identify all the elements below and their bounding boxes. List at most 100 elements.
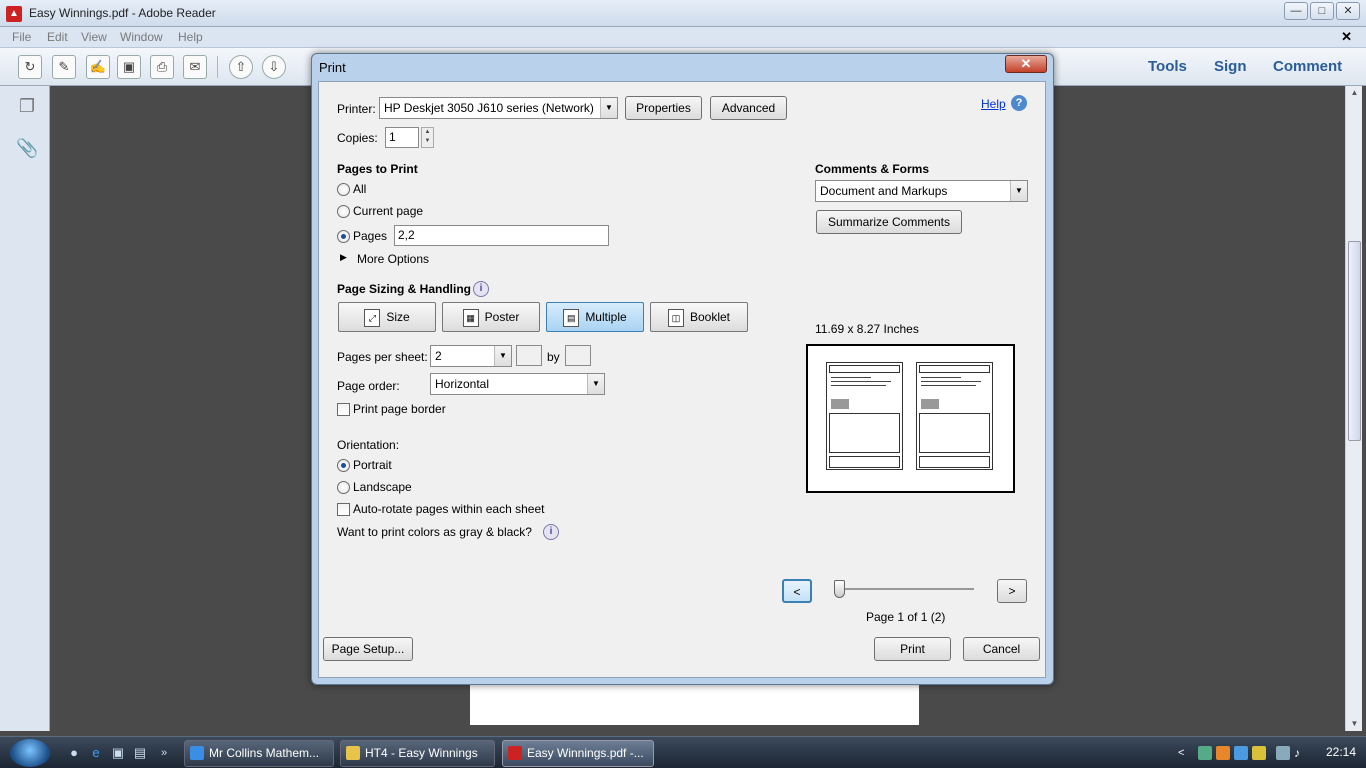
sign-pane-button[interactable]: Sign <box>1214 58 1247 75</box>
dialog-close-button[interactable]: ✕ <box>1005 55 1047 73</box>
export-pdf-icon[interactable]: ✎ <box>52 55 76 79</box>
print-preview <box>806 344 1015 493</box>
landscape-radio[interactable] <box>337 481 350 494</box>
maximize-button[interactable]: □ <box>1310 2 1334 20</box>
adobe-reader-icon: ▲ <box>6 6 22 22</box>
comment-pane-button[interactable]: Comment <box>1273 58 1342 75</box>
pages-range-radio[interactable] <box>337 230 350 243</box>
auto-rotate-label: Auto-rotate pages within each sheet <box>353 502 545 516</box>
scroll-up-arrow-icon[interactable]: ▲ <box>1346 86 1363 100</box>
taskbar-item-label: Mr Collins Mathem... <box>209 746 320 760</box>
next-page-icon[interactable]: ⇩ <box>262 55 286 79</box>
properties-button[interactable]: Properties <box>625 96 702 120</box>
attachments-icon[interactable]: 📎 <box>16 138 38 160</box>
previous-page-icon[interactable]: ⇧ <box>229 55 253 79</box>
multiple-button[interactable]: ▤ Multiple <box>546 302 644 332</box>
taskbar-item-label: HT4 - Easy Winnings <box>365 746 478 760</box>
pages-range-label: Pages <box>353 229 388 243</box>
security-tray-icon[interactable] <box>1252 746 1266 760</box>
print-page-border-checkbox[interactable] <box>337 403 350 416</box>
save-icon[interactable]: ▣ <box>117 55 141 79</box>
menu-bar: File Edit View Window Help ✕ <box>0 27 1366 48</box>
pages-per-sheet-select[interactable]: 2 ▼ <box>430 345 512 367</box>
show-hidden-icons-icon[interactable]: < <box>1178 746 1192 760</box>
help-icon[interactable]: ? <box>1011 95 1027 111</box>
poster-button[interactable]: ▦ Poster <box>442 302 540 332</box>
booklet-button[interactable]: ◫ Booklet <box>650 302 748 332</box>
info-icon[interactable]: i <box>473 281 489 297</box>
ebay-quicklaunch-icon[interactable]: ● <box>66 745 82 761</box>
printer-select[interactable]: HP Deskjet 3050 J610 series (Network) ▼ <box>379 97 618 119</box>
print-button[interactable]: Print <box>874 637 951 661</box>
spin-up-icon[interactable]: ▲ <box>422 128 433 137</box>
start-button[interactable] <box>10 739 50 767</box>
preview-page-right <box>916 362 993 470</box>
volume-icon[interactable]: ♪ <box>1294 746 1308 760</box>
switch-windows-icon[interactable]: ▤ <box>132 745 148 761</box>
preview-line <box>831 385 886 386</box>
previous-preview-button[interactable]: < <box>782 579 812 603</box>
copies-input[interactable]: 1 <box>385 127 419 148</box>
menu-window[interactable]: Window <box>120 30 163 44</box>
create-pdf-icon[interactable]: ↻ <box>18 55 42 79</box>
printer-label: Printer: <box>337 102 376 116</box>
update-tray-icon[interactable] <box>1216 746 1230 760</box>
summarize-comments-button[interactable]: Summarize Comments <box>816 210 962 234</box>
page-setup-button[interactable]: Page Setup... <box>323 637 413 661</box>
preview-image <box>921 399 939 409</box>
tools-pane-button[interactable]: Tools <box>1148 58 1187 75</box>
landscape-label: Landscape <box>353 480 412 494</box>
network-tray-icon[interactable] <box>1198 746 1212 760</box>
minimize-button[interactable]: — <box>1284 2 1308 20</box>
document-scrollbar[interactable]: ▲ ▼ <box>1345 86 1362 731</box>
taskbar-item-browser[interactable]: Mr Collins Mathem... <box>184 740 334 767</box>
close-document-icon[interactable]: ✕ <box>1341 29 1352 45</box>
multiple-icon: ▤ <box>563 308 580 327</box>
internet-explorer-icon[interactable]: e <box>88 745 104 761</box>
custom-rows-input[interactable] <box>565 345 591 366</box>
page-thumbnails-icon[interactable]: ❐ <box>16 96 38 118</box>
current-page-radio[interactable] <box>337 205 350 218</box>
expand-triangle-icon[interactable]: ▶ <box>340 252 347 263</box>
auto-rotate-checkbox[interactable] <box>337 503 350 516</box>
info-icon[interactable]: i <box>543 524 559 540</box>
next-preview-button[interactable]: > <box>997 579 1027 603</box>
edit-pdf-icon[interactable]: ✍ <box>86 55 110 79</box>
advanced-button[interactable]: Advanced <box>710 96 787 120</box>
custom-columns-input[interactable] <box>516 345 542 366</box>
scroll-down-arrow-icon[interactable]: ▼ <box>1346 717 1363 731</box>
portrait-radio[interactable] <box>337 459 350 472</box>
scrollbar-thumb[interactable] <box>1348 241 1361 441</box>
show-desktop-icon[interactable]: ▣ <box>110 745 126 761</box>
email-icon[interactable]: ✉ <box>183 55 207 79</box>
comments-forms-select[interactable]: Document and Markups ▼ <box>815 180 1028 202</box>
copies-label: Copies: <box>337 131 378 145</box>
gray-black-question: Want to print colors as gray & black? <box>337 525 532 539</box>
menu-edit[interactable]: Edit <box>47 30 68 44</box>
cancel-button[interactable]: Cancel <box>963 637 1040 661</box>
taskbar-item-adobe-reader[interactable]: Easy Winnings.pdf -... <box>502 740 654 767</box>
page-order-select[interactable]: Horizontal ▼ <box>430 373 605 395</box>
preview-page-slider-thumb[interactable] <box>834 580 845 598</box>
orientation-heading: Orientation: <box>337 438 400 452</box>
copies-stepper[interactable]: ▲ ▼ <box>421 127 434 148</box>
comments-forms-heading: Comments & Forms <box>815 162 930 176</box>
print-icon[interactable]: ⎙ <box>150 55 174 79</box>
help-link[interactable]: Help <box>981 97 1006 111</box>
menu-view[interactable]: View <box>81 30 107 44</box>
close-window-button[interactable]: ✕ <box>1336 2 1360 20</box>
network-connection-icon[interactable] <box>1276 746 1290 760</box>
quicklaunch-overflow-icon[interactable]: » <box>156 745 172 761</box>
all-pages-radio[interactable] <box>337 183 350 196</box>
taskbar-item-document[interactable]: HT4 - Easy Winnings <box>340 740 495 767</box>
spin-down-icon[interactable]: ▼ <box>422 137 433 146</box>
pages-range-input[interactable]: 2,2 <box>394 225 609 246</box>
preview-page-slider-track[interactable] <box>834 588 974 590</box>
dropbox-tray-icon[interactable] <box>1234 746 1248 760</box>
taskbar-clock[interactable]: 22:14 <box>1326 745 1356 759</box>
more-options-toggle[interactable]: More Options <box>357 252 429 266</box>
size-button[interactable]: ⤢ Size <box>338 302 436 332</box>
menu-help[interactable]: Help <box>178 30 203 44</box>
pages-per-sheet-label: Pages per sheet: <box>337 350 428 364</box>
menu-file[interactable]: File <box>12 30 31 44</box>
